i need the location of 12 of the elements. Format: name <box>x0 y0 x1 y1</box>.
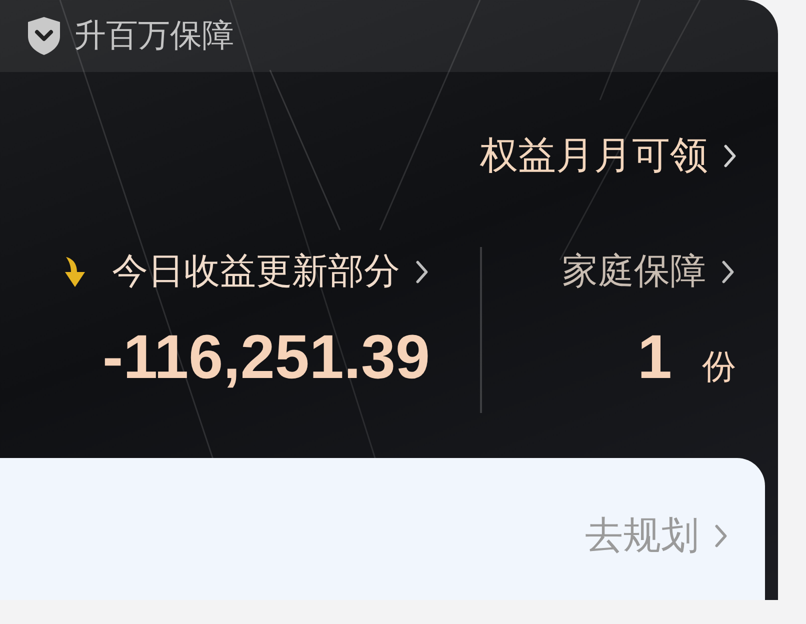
chevron-icon <box>414 258 430 284</box>
stat-value: 1 <box>638 322 672 393</box>
stat-value: -116,251.39 <box>102 322 430 393</box>
benefits-link[interactable]: 权益月月可领 <box>480 130 738 181</box>
header-title: 升百万保障 <box>74 15 234 56</box>
chevron-icon <box>720 258 736 284</box>
stat-link[interactable]: 家庭保障 <box>562 247 736 296</box>
stat-link[interactable]: 今日收益更新部分 <box>60 247 430 296</box>
shield-icon <box>26 16 62 56</box>
chevron-icon <box>713 522 729 548</box>
chevron-icon <box>722 142 738 168</box>
stat-unit: 份 <box>702 346 736 389</box>
